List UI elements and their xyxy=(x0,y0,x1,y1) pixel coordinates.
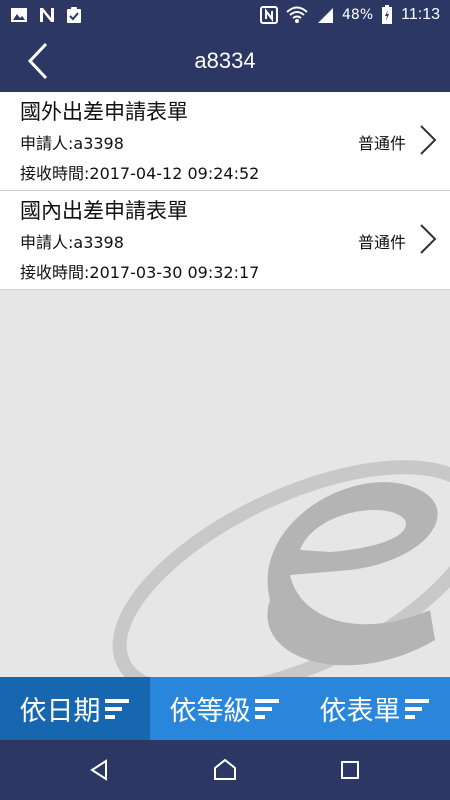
clock: 11:13 xyxy=(401,6,440,23)
recents-icon xyxy=(341,761,359,779)
status-bar: 48% 11:13 xyxy=(0,0,450,30)
app-bar: a8334 xyxy=(0,30,450,92)
wifi-icon xyxy=(286,6,308,23)
item-title: 國外出差申請表單 xyxy=(20,100,188,124)
item-received-time: 接收時間:2017-04-12 09:24:52 xyxy=(20,164,260,183)
nfc-icon xyxy=(260,6,279,24)
tab-sort-by-date[interactable]: 依日期 xyxy=(0,677,150,740)
status-right-icons: 48% 11:13 xyxy=(260,5,440,25)
home-icon xyxy=(214,758,236,780)
back-button[interactable] xyxy=(18,38,58,84)
tab-label: 依日期 xyxy=(19,696,101,727)
item-received-time: 接收時間:2017-03-30 09:32:17 xyxy=(20,263,260,282)
item-title: 國內出差申請表單 xyxy=(20,199,188,223)
chevron-right-icon xyxy=(420,224,437,254)
battery-icon xyxy=(382,5,393,24)
tab-sort-by-level[interactable]: 依等級 xyxy=(150,677,300,740)
system-nav-bar xyxy=(0,740,450,800)
nav-recents-button[interactable] xyxy=(334,754,366,786)
e-logo-watermark xyxy=(112,460,450,680)
form-list: 國外出差申請表單 申請人:a3398 接收時間:2017-04-12 09:24… xyxy=(0,92,450,290)
back-triangle-icon xyxy=(90,759,107,781)
list-item[interactable]: 國內出差申請表單 申請人:a3398 接收時間:2017-03-30 09:32… xyxy=(0,191,450,290)
battery-percent: 48% xyxy=(342,7,374,23)
tab-label: 依等級 xyxy=(169,696,251,727)
list-item[interactable]: 國外出差申請表單 申請人:a3398 接收時間:2017-04-12 09:24… xyxy=(0,92,450,191)
status-left-icons xyxy=(10,6,82,24)
chevron-right-icon xyxy=(420,125,437,155)
chevron-left-icon xyxy=(27,42,48,80)
clipboard-check-icon xyxy=(67,7,81,23)
sort-tabbar: 依日期 依等級 依表單 xyxy=(0,677,450,740)
item-level: 普通件 xyxy=(357,233,406,252)
tab-sort-by-form[interactable]: 依表單 xyxy=(300,677,450,740)
signal-icon xyxy=(318,8,334,23)
n-logo-icon xyxy=(40,8,54,22)
tab-label: 依表單 xyxy=(319,696,401,727)
nav-back-button[interactable] xyxy=(83,754,115,786)
image-icon xyxy=(11,8,27,22)
sort-icon xyxy=(104,698,129,719)
item-level: 普通件 xyxy=(357,134,406,153)
nav-home-button[interactable] xyxy=(209,754,241,786)
page-title: a8334 xyxy=(194,48,256,73)
item-applicant: 申請人:a3398 xyxy=(20,233,124,252)
sort-icon xyxy=(404,698,429,719)
sort-icon xyxy=(254,698,279,719)
item-applicant: 申請人:a3398 xyxy=(20,134,124,153)
